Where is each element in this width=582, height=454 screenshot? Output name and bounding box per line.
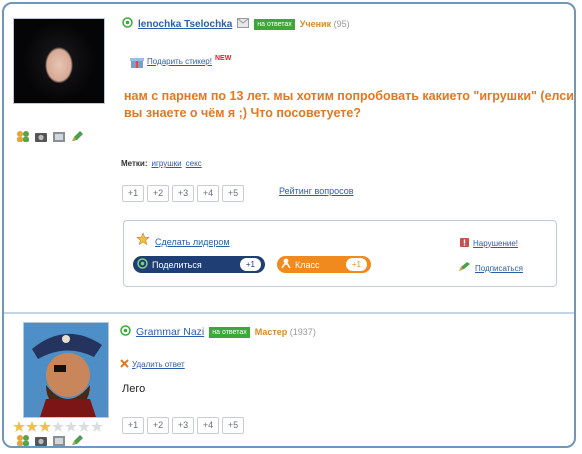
- rank-label: Мастер: [254, 327, 288, 337]
- share-count: +1: [239, 258, 261, 271]
- class-count: +1: [345, 258, 367, 271]
- share-label: Поделиться: [152, 259, 202, 270]
- class-button[interactable]: Класс +1: [277, 256, 371, 273]
- photo-album-icon[interactable]: [52, 434, 66, 446]
- class-label: Класс: [295, 259, 320, 270]
- tag-link[interactable]: секс: [186, 159, 202, 168]
- make-leader-link[interactable]: Сделать лидером: [155, 237, 230, 247]
- answers-badge[interactable]: на ответах: [209, 326, 250, 338]
- photo-album-icon[interactable]: [52, 130, 66, 143]
- rank-points: (95): [333, 19, 350, 29]
- subscribe: Подписаться: [458, 259, 523, 277]
- vote-button-5[interactable]: +5: [222, 417, 244, 434]
- users-icon[interactable]: [16, 130, 30, 143]
- star-empty-icon: [78, 421, 90, 432]
- star-filled-icon: [39, 421, 51, 432]
- vote-button-1[interactable]: +1: [122, 185, 144, 202]
- answers-badge[interactable]: на ответах: [254, 18, 295, 30]
- answer-text: Лего: [122, 383, 146, 395]
- tag-link[interactable]: игрушки: [152, 159, 182, 168]
- vote-button-2[interactable]: +2: [147, 417, 169, 434]
- star-filled-icon: [13, 421, 25, 432]
- tags-row: Метки: игрушки секс: [121, 159, 202, 168]
- question-author-name[interactable]: lenochka Tselochka: [138, 19, 232, 30]
- share-button[interactable]: Поделиться +1: [133, 256, 265, 273]
- new-label: NEW: [214, 55, 232, 62]
- gift-icon: [130, 55, 144, 73]
- vote-button-5[interactable]: +5: [222, 185, 244, 202]
- question-header: lenochka Tselochka на ответах Ученик (95…: [122, 15, 350, 33]
- report-link[interactable]: Нарушение!: [473, 239, 518, 248]
- camera-icon[interactable]: [34, 130, 48, 143]
- answer-author-rank: Мастер (1937): [255, 327, 316, 337]
- report: Нарушение!: [460, 234, 518, 252]
- star-icon: [136, 232, 150, 251]
- edit-icon[interactable]: [70, 434, 84, 446]
- answer-author-icons: [16, 434, 84, 446]
- vote-button-4[interactable]: +4: [197, 185, 219, 202]
- share-icon: [137, 258, 148, 271]
- author-icons: [16, 130, 84, 143]
- star-filled-icon: [26, 421, 38, 432]
- camera-icon[interactable]: [34, 434, 48, 446]
- rating-stars: [13, 421, 103, 432]
- pirate-avatar-image: [32, 333, 102, 417]
- question-vote-buttons: +1 +2 +3 +4 +5: [122, 185, 244, 202]
- gift-sticker: Подарить стикер! NEW: [130, 55, 231, 73]
- question-actions-box: Сделать лидером Нарушение! Поделиться +1…: [123, 220, 557, 287]
- vote-button-3[interactable]: +3: [172, 185, 194, 202]
- vote-button-2[interactable]: +2: [147, 185, 169, 202]
- tags-label: Метки:: [121, 159, 148, 168]
- answer-header: Grammar Nazi на ответах Мастер (1937): [120, 323, 316, 341]
- mail-icon[interactable]: [237, 15, 250, 33]
- answer-vote-buttons: +1 +2 +3 +4 +5: [122, 417, 244, 434]
- post-separator: [4, 312, 574, 314]
- star-empty-icon: [52, 421, 64, 432]
- answer-author-name[interactable]: Grammar Nazi: [136, 326, 204, 338]
- edit-icon[interactable]: [70, 130, 84, 143]
- make-leader: Сделать лидером: [136, 232, 230, 251]
- subscribe-link[interactable]: Подписаться: [475, 264, 523, 273]
- users-icon[interactable]: [16, 434, 30, 446]
- delete-icon: [120, 355, 129, 373]
- qa-window: lenochka Tselochka на ответах Ученик (95…: [2, 2, 576, 448]
- vote-button-1[interactable]: +1: [122, 417, 144, 434]
- online-icon: [120, 323, 131, 341]
- rank-label: Ученик: [299, 19, 332, 29]
- answer-author-avatar[interactable]: [23, 322, 109, 418]
- report-icon: [460, 234, 469, 252]
- delete-answer: Удалить ответ: [120, 355, 185, 373]
- vote-button-3[interactable]: +3: [172, 417, 194, 434]
- delete-answer-link[interactable]: Удалить ответ: [132, 360, 185, 369]
- subscribe-icon: [458, 259, 471, 277]
- star-empty-icon: [91, 421, 103, 432]
- question-text: нам с парнем по 13 лет. мы хотим попробо…: [124, 89, 574, 120]
- star-empty-icon: [65, 421, 77, 432]
- author-avatar[interactable]: [13, 18, 105, 104]
- gift-sticker-link[interactable]: Подарить стикер!: [147, 57, 212, 66]
- online-icon: [122, 15, 133, 33]
- author-rank: Ученик (95): [300, 19, 350, 29]
- rank-points: (1937): [289, 327, 316, 337]
- question-rating-link[interactable]: Рейтинг вопросов: [279, 186, 354, 196]
- class-icon: [281, 258, 291, 271]
- vote-button-4[interactable]: +4: [197, 417, 219, 434]
